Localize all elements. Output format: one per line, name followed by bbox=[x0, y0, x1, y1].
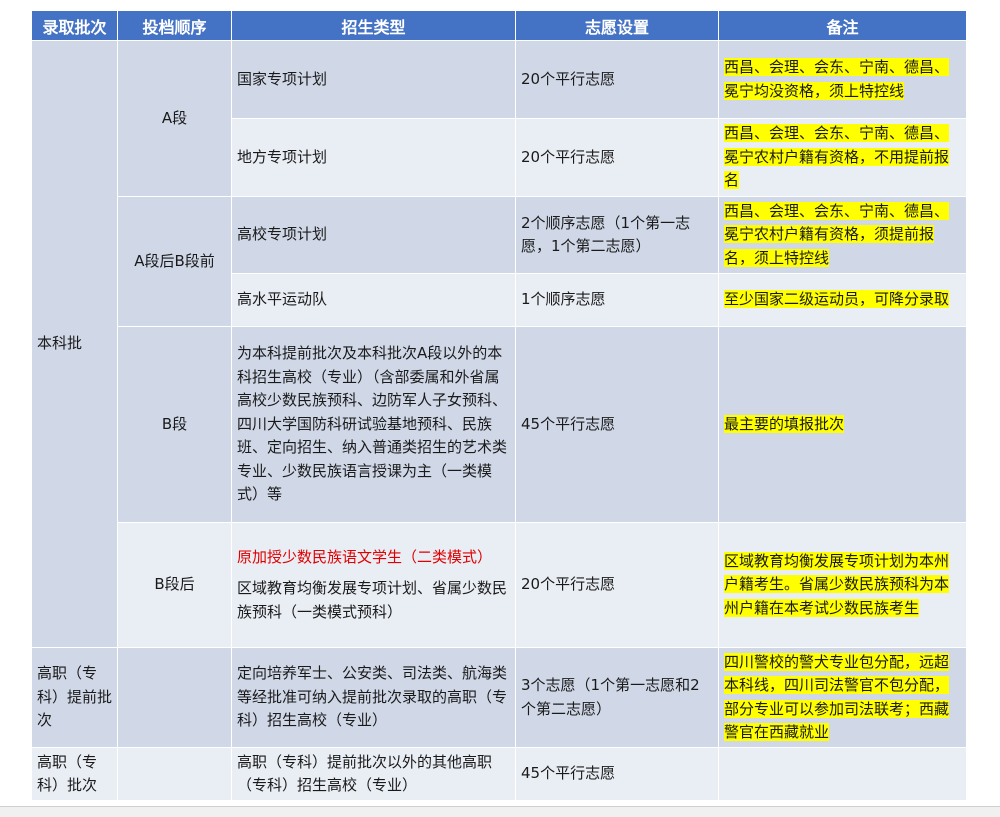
choice-cell: 2个顺序志愿（1个第一志愿，1个第二志愿） bbox=[515, 196, 719, 274]
choice-text: 20个平行志愿 bbox=[521, 147, 616, 166]
admission-table: 录取批次 投档顺序 招生类型 志愿设置 备注 本科批 A段 国家专项计划 20个… bbox=[31, 10, 967, 801]
choice-text: 3个志愿（1个第一志愿和2个第二志愿） bbox=[521, 676, 700, 718]
type-cell: 为本科提前批次及本科批次A段以外的本科招生高校（专业）（含部委属和外省属高校少数… bbox=[231, 326, 516, 523]
order-cell-after-b: B段后 bbox=[117, 522, 232, 648]
table-row: B段 为本科提前批次及本科批次A段以外的本科招生高校（专业）（含部委属和外省属高… bbox=[32, 326, 967, 523]
type-cell: 高水平运动队 bbox=[231, 273, 516, 327]
choice-cell: 3个志愿（1个第一志愿和2个第二志愿） bbox=[515, 647, 719, 748]
table-row: 本科批 A段 国家专项计划 20个平行志愿 西昌、会理、会东、宁南、德昌、冕宁均… bbox=[31, 40, 967, 648]
type-cell: 高校专项计划 bbox=[231, 196, 516, 274]
batch-cell-voc: 高职（专科）批次 bbox=[31, 747, 118, 801]
type-red-text: 原加授少数民族语文学生（二类模式） bbox=[237, 547, 493, 566]
table-row: 高职（专科）提前批次 定向培养军士、公安类、司法类、航海类等经批准可纳入提前批次… bbox=[31, 647, 967, 748]
order-cell-a: A段 bbox=[117, 40, 232, 197]
batch-label: 高职（专科）批次 bbox=[37, 752, 98, 795]
remark-text: 西昌、会理、会东、宁南、德昌、冕宁农村户籍有资格，须提前报名，须上特控线 bbox=[724, 201, 950, 267]
remark-cell: 至少国家二级运动员，可降分录取 bbox=[718, 273, 967, 327]
remark-text: 至少国家二级运动员，可降分录取 bbox=[724, 290, 950, 309]
order-label: B段后 bbox=[154, 575, 195, 594]
order-cell-empty bbox=[117, 647, 232, 748]
choice-cell: 20个平行志愿 bbox=[515, 40, 719, 119]
remark-text: 最主要的填报批次 bbox=[724, 414, 845, 433]
remark-text: 西昌、会理、会东、宁南、德昌、冕宁均没资格，须上特控线 bbox=[724, 58, 950, 100]
header-row: 录取批次 投档顺序 招生类型 志愿设置 备注 bbox=[31, 10, 967, 41]
order-label: B段 bbox=[161, 414, 188, 433]
type-text: 定向培养军士、公安类、司法类、航海类等经批准可纳入提前批次录取的高职（专科）招生… bbox=[237, 664, 508, 730]
type-text: 国家专项计划 bbox=[237, 69, 328, 88]
type-text: 区域教育均衡发展专项计划、省属少数民族预科（一类模式预科） bbox=[237, 579, 508, 621]
header-order: 投档顺序 bbox=[117, 10, 232, 41]
type-cell: 国家专项计划 bbox=[231, 40, 516, 119]
table-row: 高职（专科）批次 高职（专科）提前批次以外的其他高职（专科）招生高校（专业） 4… bbox=[31, 747, 967, 801]
remark-text: 区域教育均衡发展专项计划为本州户籍考生。省属少数民族预科为本州户籍在本考试少数民… bbox=[724, 551, 950, 617]
choice-cell: 45个平行志愿 bbox=[515, 747, 719, 801]
choice-text: 45个平行志愿 bbox=[521, 764, 616, 783]
choice-text: 20个平行志愿 bbox=[521, 69, 616, 88]
order-label: A段后B段前 bbox=[134, 251, 215, 270]
type-text: 高校专项计划 bbox=[237, 225, 328, 244]
bottom-scroll-edge bbox=[0, 806, 1000, 817]
order-cell-ab: A段后B段前 bbox=[117, 196, 232, 327]
header-choice: 志愿设置 bbox=[515, 10, 719, 41]
type-text: 地方专项计划 bbox=[237, 147, 328, 166]
remark-text: 西昌、会理、会东、宁南、德昌、冕宁农村户籍有资格，不用提前报名 bbox=[724, 124, 950, 190]
remark-cell: 四川警校的警犬专业包分配，远超本科线，四川司法警官不包分配，部分专业可以参加司法… bbox=[718, 647, 967, 748]
type-cell: 高职（专科）提前批次以外的其他高职（专科）招生高校（专业） bbox=[231, 747, 516, 801]
remark-cell: 西昌、会理、会东、宁南、德昌、冕宁农村户籍有资格，须提前报名，须上特控线 bbox=[718, 196, 967, 274]
type-text: 高职（专科）提前批次以外的其他高职（专科）招生高校（专业） bbox=[237, 752, 493, 795]
choice-cell: 45个平行志愿 bbox=[515, 326, 719, 523]
type-cell: 原加授少数民族语文学生（二类模式） 区域教育均衡发展专项计划、省属少数民族预科（… bbox=[231, 522, 516, 648]
batch-label: 高职（专科）提前批次 bbox=[37, 664, 113, 730]
batch-cell-undergrad: 本科批 bbox=[31, 40, 118, 648]
type-cell: 定向培养军士、公安类、司法类、航海类等经批准可纳入提前批次录取的高职（专科）招生… bbox=[231, 647, 516, 748]
remark-cell bbox=[718, 747, 967, 801]
header-remark: 备注 bbox=[718, 10, 967, 41]
remark-text: 四川警校的警犬专业包分配，远超本科线，四川司法警官不包分配，部分专业可以参加司法… bbox=[724, 652, 950, 741]
remark-cell: 西昌、会理、会东、宁南、德昌、冕宁均没资格，须上特控线 bbox=[718, 40, 967, 119]
table-row: A段后B段前 高校专项计划 2个顺序志愿（1个第一志愿，1个第二志愿） 西昌、会… bbox=[32, 196, 967, 327]
order-label: A段 bbox=[161, 108, 188, 127]
choice-text: 45个平行志愿 bbox=[521, 414, 616, 433]
order-cell-empty bbox=[117, 747, 232, 801]
order-cell-b: B段 bbox=[117, 326, 232, 523]
header-batch: 录取批次 bbox=[31, 10, 118, 41]
remark-cell: 西昌、会理、会东、宁南、德昌、冕宁农村户籍有资格，不用提前报名 bbox=[718, 118, 967, 197]
choice-cell: 20个平行志愿 bbox=[515, 118, 719, 197]
type-cell: 地方专项计划 bbox=[231, 118, 516, 197]
table-row: B段后 原加授少数民族语文学生（二类模式） 区域教育均衡发展专项计划、省属少数民… bbox=[32, 522, 967, 648]
batch-label: 本科批 bbox=[37, 334, 83, 353]
choice-cell: 20个平行志愿 bbox=[515, 522, 719, 648]
remark-cell: 最主要的填报批次 bbox=[718, 326, 967, 523]
header-type: 招生类型 bbox=[231, 10, 516, 41]
remark-cell: 区域教育均衡发展专项计划为本州户籍考生。省属少数民族预科为本州户籍在本考试少数民… bbox=[718, 522, 967, 648]
type-text: 为本科提前批次及本科批次A段以外的本科招生高校（专业）（含部委属和外省属高校少数… bbox=[237, 344, 508, 504]
batch-cell-voc-early: 高职（专科）提前批次 bbox=[31, 647, 118, 748]
choice-text: 1个顺序志愿 bbox=[521, 290, 606, 309]
type-text: 高水平运动队 bbox=[237, 290, 328, 309]
choice-text: 2个顺序志愿（1个第一志愿，1个第二志愿） bbox=[521, 213, 691, 256]
choice-text: 20个平行志愿 bbox=[521, 575, 616, 594]
choice-cell: 1个顺序志愿 bbox=[515, 273, 719, 327]
